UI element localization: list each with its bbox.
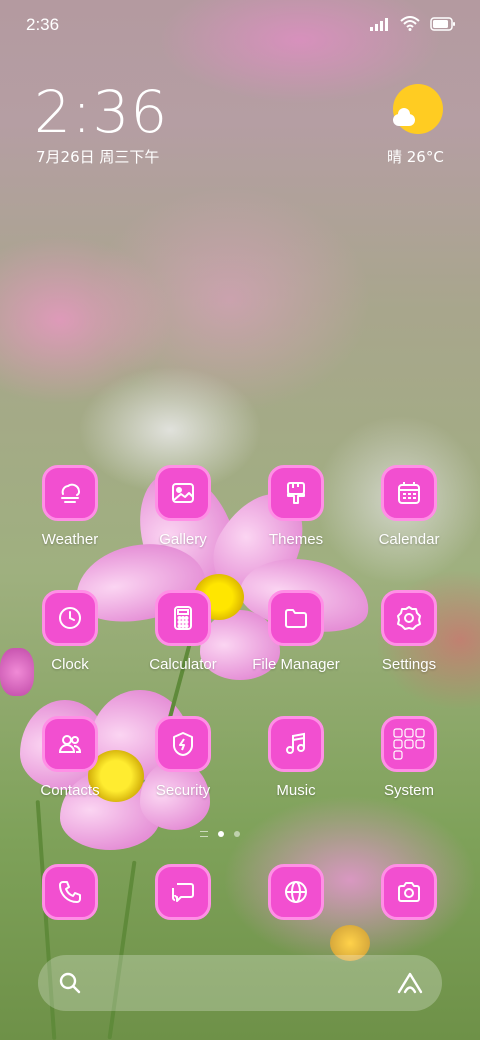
camera-icon: [381, 864, 437, 920]
app-label: Weather: [41, 531, 99, 548]
status-bar: 2:36: [0, 0, 480, 50]
app-security[interactable]: Security: [127, 716, 239, 799]
phone-icon: [42, 864, 98, 920]
page-indicator-menu: [200, 831, 208, 837]
assistant-icon[interactable]: [396, 971, 424, 999]
music-icon: [268, 716, 324, 772]
dock-messages[interactable]: [127, 864, 239, 920]
app-label: Calendar: [378, 531, 440, 548]
search-icon[interactable]: [58, 971, 82, 999]
page-dot-active: [218, 831, 224, 837]
app-label: Calculator: [149, 656, 217, 673]
search-bar[interactable]: [38, 955, 442, 1011]
app-label: Clock: [51, 656, 89, 673]
dock-camera[interactable]: [353, 864, 465, 920]
app-calendar[interactable]: Calendar: [353, 465, 465, 548]
app-folder-system[interactable]: System: [353, 716, 465, 799]
app-themes[interactable]: Themes: [240, 465, 352, 548]
signal-icon: [370, 16, 390, 35]
contacts-icon: [42, 716, 98, 772]
app-settings[interactable]: Settings: [353, 590, 465, 673]
folder-grid-icon: [381, 716, 437, 772]
battery-icon: [430, 16, 456, 35]
app-label: Settings: [381, 656, 437, 673]
app-label: File Manager: [252, 656, 340, 673]
app-calculator[interactable]: Calculator: [127, 590, 239, 673]
page-dot: [234, 831, 240, 837]
app-label: Contacts: [40, 782, 100, 799]
clock-widget-time[interactable]: 2:36: [34, 78, 168, 146]
weather-icon: [42, 465, 98, 521]
app-label: Music: [276, 782, 316, 799]
clock-icon: [42, 590, 98, 646]
app-label: System: [383, 782, 434, 799]
themes-icon: [268, 465, 324, 521]
gear-icon: [381, 590, 437, 646]
dock-browser[interactable]: [240, 864, 352, 920]
messages-icon: [155, 864, 211, 920]
app-music[interactable]: Music: [240, 716, 352, 799]
app-label: Security: [155, 782, 211, 799]
page-indicator[interactable]: [200, 831, 240, 837]
gallery-icon: [155, 465, 211, 521]
status-time: 2:36: [26, 15, 60, 34]
shield-icon: [155, 716, 211, 772]
browser-icon: [268, 864, 324, 920]
wifi-icon: [400, 16, 420, 35]
app-label: Gallery: [159, 531, 207, 548]
calendar-icon: [381, 465, 437, 521]
folder-icon: [268, 590, 324, 646]
calculator-icon: [155, 590, 211, 646]
clock-widget-date[interactable]: 7月26日 周三下午: [36, 146, 159, 167]
app-contacts[interactable]: Contacts: [14, 716, 126, 799]
app-gallery[interactable]: Gallery: [127, 465, 239, 548]
weather-widget-text: 晴 26°C: [387, 148, 444, 166]
cloud-icon: [393, 108, 415, 126]
app-label: Themes: [268, 531, 324, 548]
status-icons: [370, 16, 456, 35]
app-file-manager[interactable]: File Manager: [240, 590, 352, 673]
dock-phone[interactable]: [14, 864, 126, 920]
app-clock[interactable]: Clock: [14, 590, 126, 673]
app-weather[interactable]: Weather: [14, 465, 126, 548]
